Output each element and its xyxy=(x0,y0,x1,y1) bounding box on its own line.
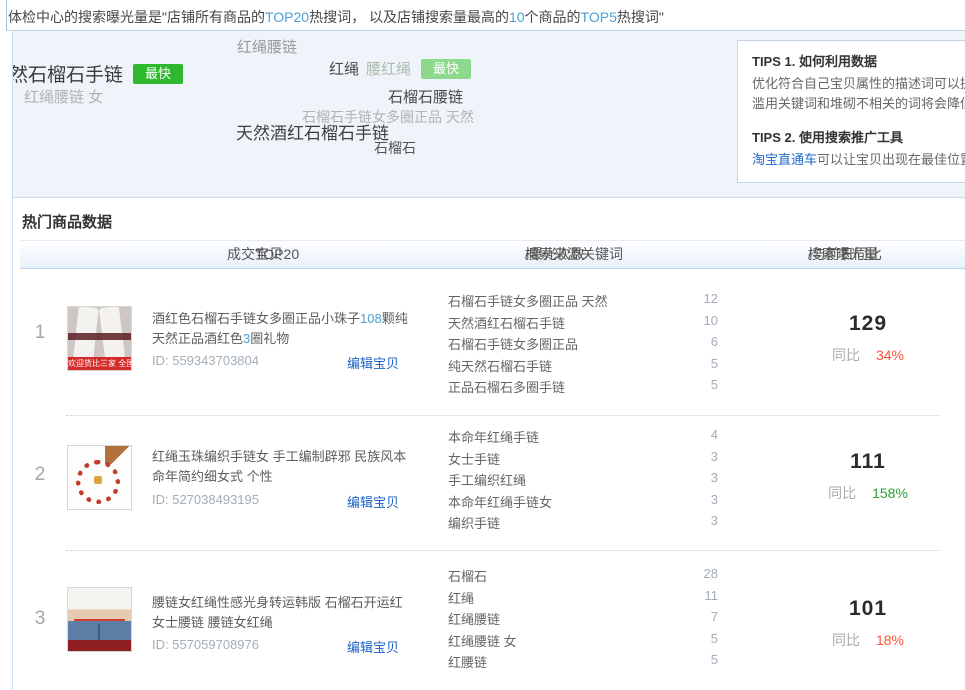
tips2-body: 淘宝直通车可以让宝贝出现在最佳位置 xyxy=(752,150,965,170)
product-id: ID: 527038493195 xyxy=(152,492,259,507)
compare-value: 18% xyxy=(876,632,904,648)
keyword-row: 石榴石手链女多圈正品 天然12 xyxy=(448,291,718,313)
compare-label: 同比 xyxy=(832,632,860,648)
product-image[interactable] xyxy=(67,445,132,510)
tips-box: TIPS 1. 如何利用数据 优化符合自己宝贝属性的描述词可以提高搜索排名，滥用… xyxy=(737,40,965,183)
cloud-word: 石榴石腰链 xyxy=(388,86,463,107)
table-row: 1 欢迎货比三家 全国包邮 酒红色石榴石手链女多圈正品小珠子108颗纯天然正品酒… xyxy=(0,284,965,415)
table-row: 2 红绳玉珠编织手链女 手工编制辟邪 民族风本命年简约细女式 个性 ID: 52… xyxy=(0,420,965,550)
table-row: 3 腰链女红绳性感光身转运韩版 石榴石开运红女士腰链 腰链女红绳 ID: 557… xyxy=(0,559,965,690)
cloud-word: 红绳 xyxy=(329,58,359,79)
row-divider xyxy=(66,415,940,416)
exposure-total: 129 xyxy=(798,312,938,336)
edit-item-link[interactable]: 编辑宝贝 xyxy=(347,492,399,511)
edit-item-link[interactable]: 编辑宝贝 xyxy=(347,353,399,372)
keyword-row: 编织手链3 xyxy=(448,513,718,535)
exposure-summary: 111 同比 158% xyxy=(798,450,938,503)
fastest-badge: 最快 xyxy=(421,59,471,79)
section-title: 热门商品数据 xyxy=(22,211,112,232)
keyword-list: 本命年红绳手链4 女士手链3 手工编织红绳3 本命年红绳手链女3 编织手链3 xyxy=(448,427,718,535)
tips1-body: 优化符合自己宝贝属性的描述词可以提高搜索排名，滥用关键词和堆砌不相关的词将会降低… xyxy=(752,74,965,113)
product-title: 红绳玉珠编织手链女 手工编制辟邪 民族风本命年简约细女式 个性 xyxy=(152,447,414,487)
product-image[interactable] xyxy=(67,587,132,652)
product-title: 酒红色石榴石手链女多圈正品小珠子108颗纯天然正品酒红色3圈礼物 xyxy=(152,309,414,349)
compare-value: 158% xyxy=(872,485,908,501)
rank-number: 2 xyxy=(20,464,60,486)
fastest-badge: 最快 xyxy=(133,64,183,84)
cloud-word: 腰红绳最快 xyxy=(366,58,471,79)
keyword-row: 本命年红绳手链女3 xyxy=(448,492,718,514)
keyword-row: 红绳腰链7 xyxy=(448,609,718,631)
rank-number: 1 xyxy=(20,322,60,344)
tips2-title: TIPS 2. 使用搜索推广工具 xyxy=(752,127,965,146)
keyword-row: 本命年红绳手链4 xyxy=(448,427,718,449)
product-id: ID: 559343703804 xyxy=(152,353,259,368)
compare-label: 同比 xyxy=(832,347,860,363)
rank-number: 3 xyxy=(20,608,60,630)
compare-label: 同比 xyxy=(828,485,856,501)
cloud-word: 天然石榴石手链最快 xyxy=(13,60,183,87)
keyword-row: 天然酒红石榴石手链10 xyxy=(448,313,718,335)
product-title: 腰链女红绳性感光身转运韩版 石榴石开运红女士腰链 腰链女红绳 xyxy=(152,593,414,633)
exposure-total: 101 xyxy=(798,597,938,621)
compare-value: 34% xyxy=(876,347,904,363)
keyword-row: 正品石榴石多圈手链5 xyxy=(448,377,718,399)
keyword-row: 红绳腰链 女5 xyxy=(448,631,718,653)
cloud-word: 红绳腰链 女 xyxy=(24,86,103,107)
keyword-row: 手工编织红绳3 xyxy=(448,470,718,492)
zhitongche-link[interactable]: 淘宝直通车 xyxy=(752,152,817,167)
product-image[interactable]: 欢迎货比三家 全国包邮 xyxy=(67,306,132,371)
product-id: ID: 557059708976 xyxy=(152,637,259,652)
image-banner: 欢迎货比三家 全国包邮 xyxy=(68,357,131,370)
keyword-row: 石榴石28 xyxy=(448,566,718,588)
keyword-list: 石榴石手链女多圈正品 天然12 天然酒红石榴石手链10 石榴石手链女多圈正品6 … xyxy=(448,291,718,399)
exposure-summary: 129 同比 34% xyxy=(798,312,938,365)
edit-item-link[interactable]: 编辑宝贝 xyxy=(347,637,399,656)
keyword-row: 石榴石手链女多圈正品6 xyxy=(448,334,718,356)
cloud-word: 天然酒红石榴石手链 xyxy=(236,119,389,144)
intro-text: 体检中心的搜索曝光量是"店铺所有商品的TOP20热搜词， 以及店铺搜索量最高的1… xyxy=(8,7,664,27)
table-header: 成交TOP20宝贝 搜索来源关键词/曝光次数 搜索曝光量/与前7日同比 xyxy=(20,241,965,269)
header-top20: 成交TOP20宝贝 xyxy=(180,241,330,268)
exposure-total: 111 xyxy=(798,450,938,474)
keyword-row: 红腰链5 xyxy=(448,652,718,674)
tips1-title: TIPS 1. 如何利用数据 xyxy=(752,51,965,70)
keyword-list: 石榴石28 红绳11 红绳腰链7 红绳腰链 女5 红腰链5 xyxy=(448,566,718,674)
keyword-row: 纯天然石榴石手链5 xyxy=(448,356,718,378)
exposure-summary: 101 同比 18% xyxy=(798,597,938,650)
row-divider xyxy=(66,550,940,551)
cloud-word: 红绳腰链 xyxy=(237,36,297,57)
divider xyxy=(6,0,7,30)
cloud-word: 石榴石 xyxy=(374,138,416,158)
keyword-row: 红绳11 xyxy=(448,588,718,610)
keyword-row: 女士手链3 xyxy=(448,449,718,471)
